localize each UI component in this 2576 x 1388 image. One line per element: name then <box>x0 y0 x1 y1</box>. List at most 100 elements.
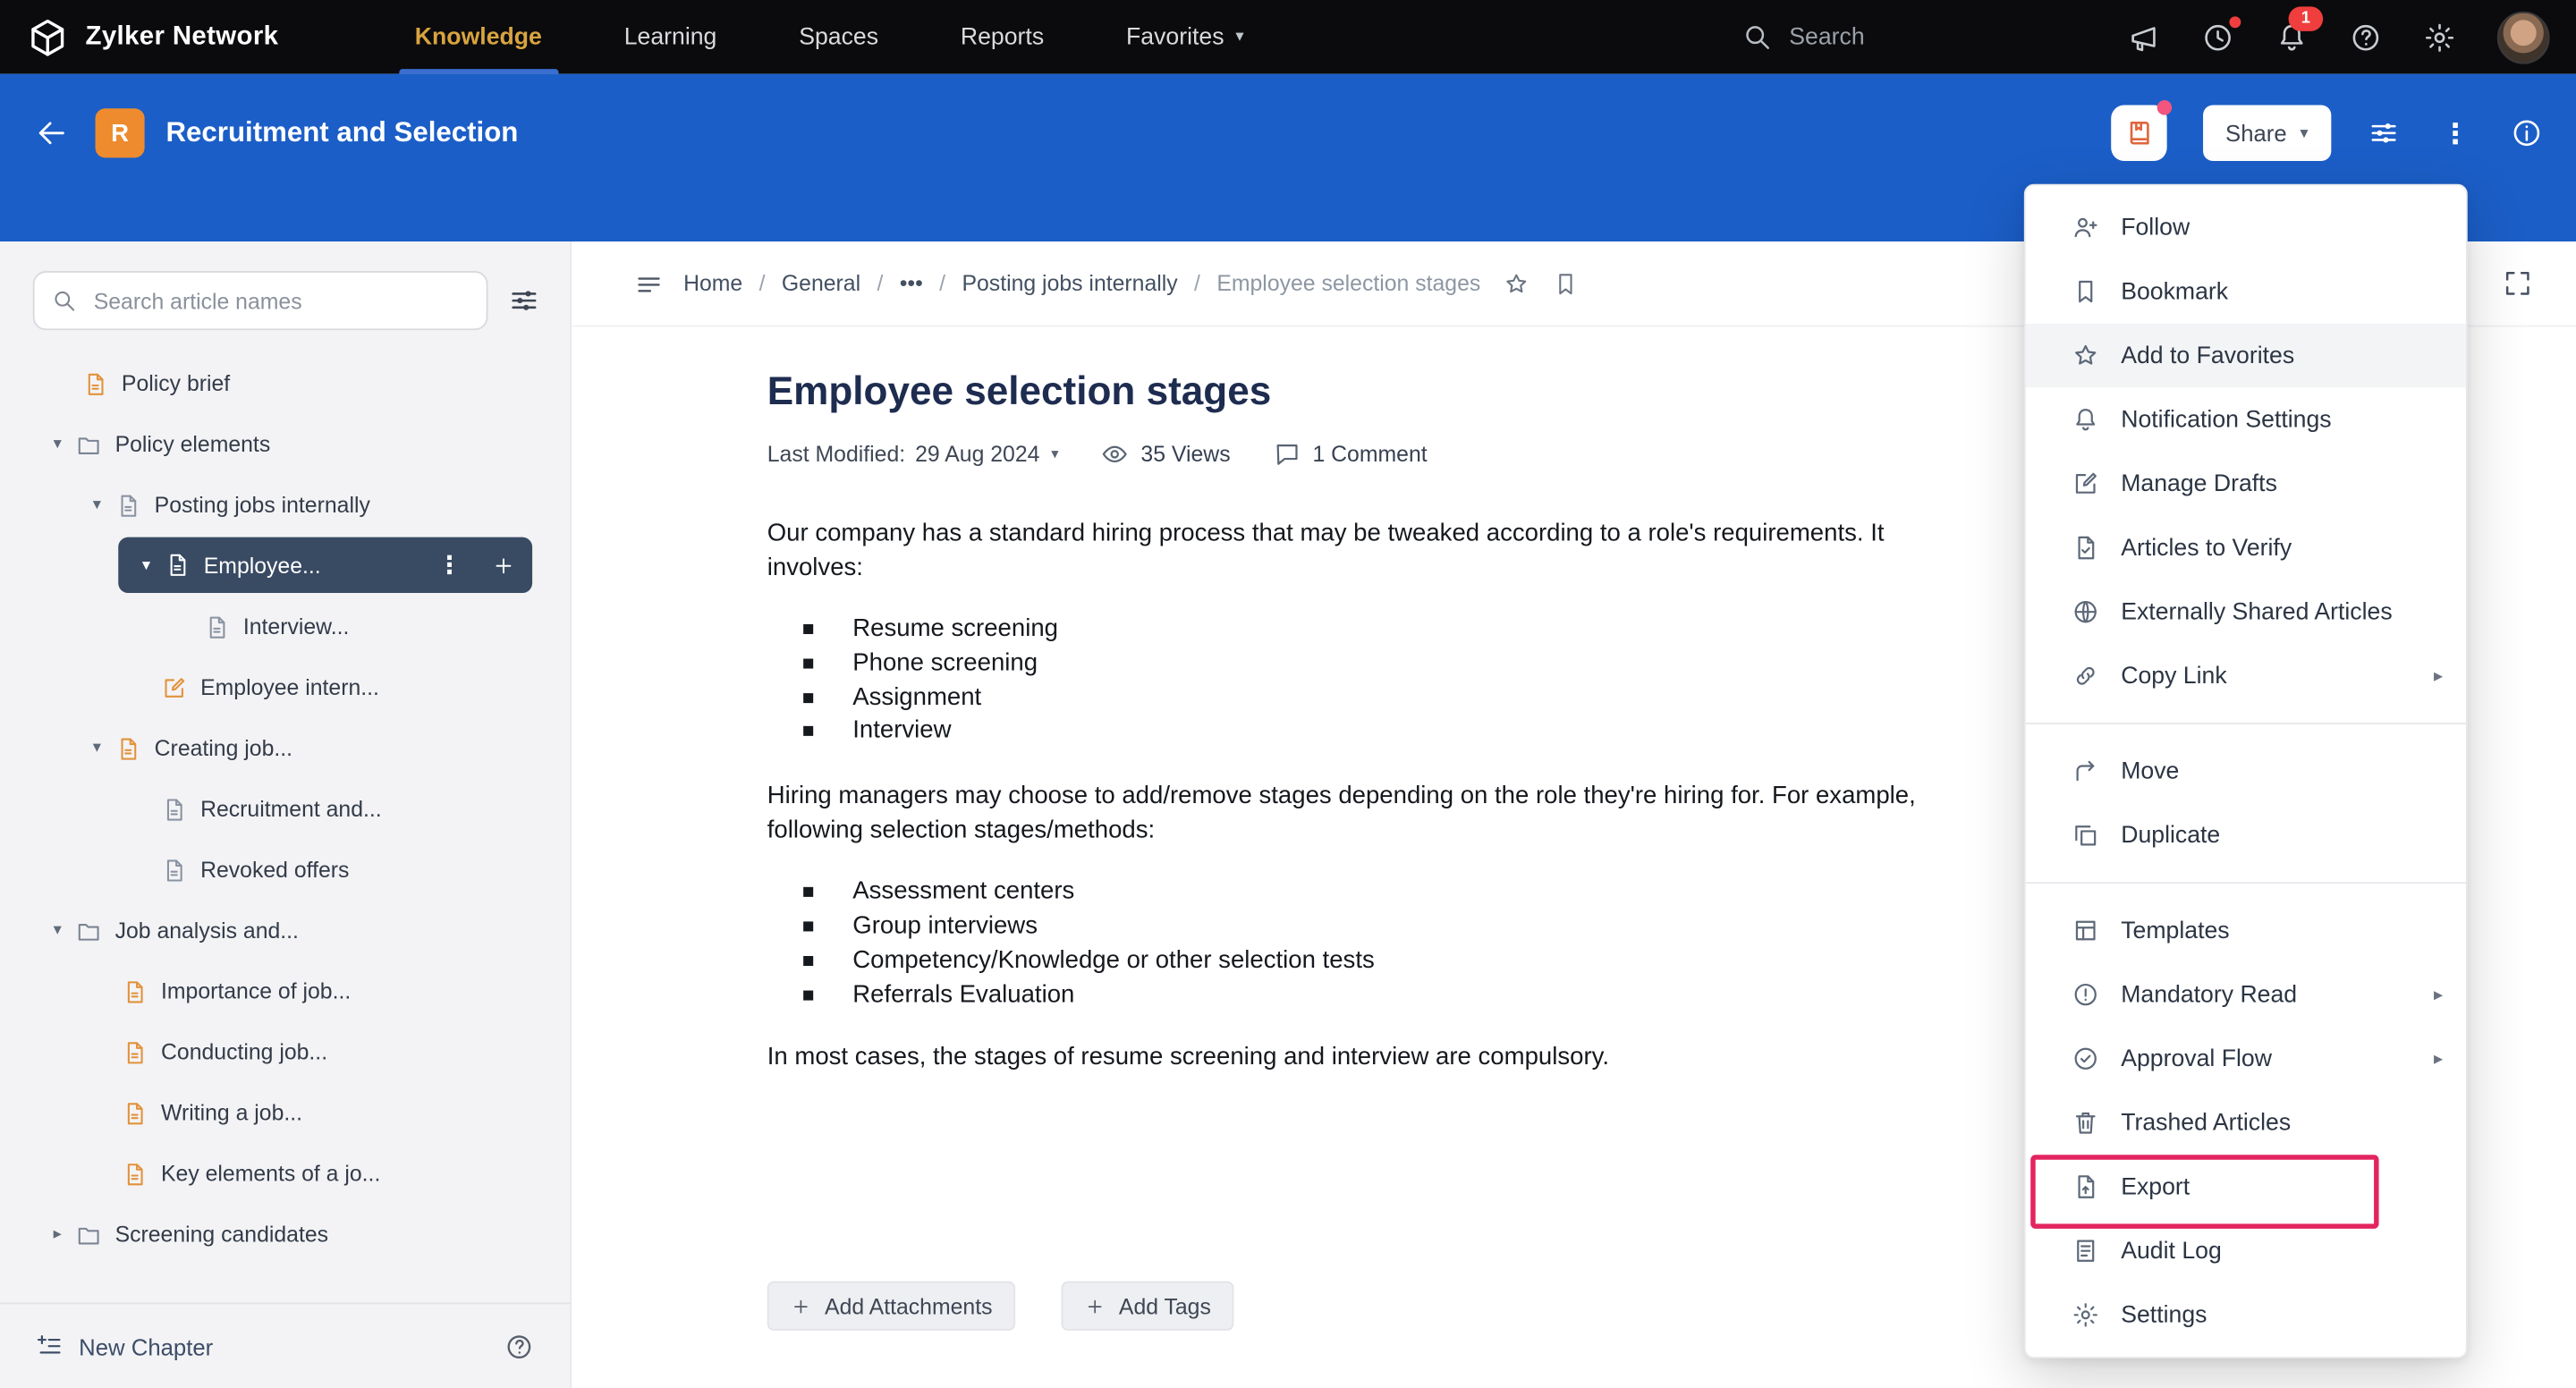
toc-toggle-button[interactable] <box>634 268 664 298</box>
tree-item[interactable]: Recruitment and... <box>0 779 570 840</box>
caret-down-icon: ▾ <box>2300 123 2309 142</box>
caret-down-icon[interactable]: ▾ <box>86 496 109 514</box>
chevron-right-icon: ▸ <box>2434 1049 2444 1070</box>
announcements-button[interactable] <box>2128 21 2161 54</box>
caret-down-icon[interactable]: ▾ <box>135 556 158 574</box>
sidebar-help-button[interactable] <box>504 1332 534 1361</box>
help-button[interactable] <box>2350 21 2383 54</box>
menu-item-move[interactable]: Move <box>2026 740 2466 804</box>
menu-item-externally-shared-articles[interactable]: Externally Shared Articles <box>2026 580 2466 644</box>
question-icon <box>2350 21 2383 54</box>
doc-icon <box>161 796 187 822</box>
caret-down-icon[interactable]: ▾ <box>86 740 109 757</box>
activity-button[interactable] <box>2201 15 2241 54</box>
add-tags-button[interactable]: Add Tags <box>1061 1281 1234 1331</box>
article-search-box <box>32 271 488 331</box>
search-icon <box>51 287 77 313</box>
tab-spaces[interactable]: Spaces <box>758 0 919 74</box>
tree-filter-button[interactable] <box>508 284 541 317</box>
doc-icon <box>122 1039 148 1065</box>
favorite-article-button[interactable] <box>1504 270 1530 296</box>
menu-item-articles-to-verify[interactable]: Articles to Verify <box>2026 516 2466 580</box>
settings-button[interactable] <box>2423 21 2456 54</box>
tab-knowledge[interactable]: Knowledge <box>374 0 583 74</box>
menu-item-mandatory-read[interactable]: Mandatory Read ▸ <box>2026 962 2466 1027</box>
breadcrumb-home[interactable]: Home <box>683 271 742 296</box>
plus-icon <box>1084 1295 1106 1316</box>
back-button[interactable] <box>33 115 69 151</box>
menu-item-duplicate[interactable]: Duplicate <box>2026 803 2466 868</box>
menu-item-notification-settings[interactable]: Notification Settings <box>2026 387 2466 452</box>
tab-favorites[interactable]: Favorites ▾ <box>1085 0 1284 74</box>
menu-item-approval-flow[interactable]: Approval Flow ▸ <box>2026 1027 2466 1091</box>
breadcrumb-general[interactable]: General <box>782 271 860 296</box>
customize-button[interactable] <box>2368 116 2401 149</box>
breadcrumb-collapsed[interactable]: ••• <box>900 271 923 296</box>
more-options-button[interactable]: ⋮ <box>2436 119 2474 147</box>
caret-down-icon[interactable]: ▾ <box>1051 445 1058 463</box>
doc-icon <box>82 370 108 396</box>
tree-item[interactable]: ▾ Job analysis and... <box>0 901 570 961</box>
menu-item-export[interactable]: Export <box>2026 1155 2466 1219</box>
tree-item[interactable]: Conducting job... <box>0 1021 570 1082</box>
user-avatar[interactable] <box>2496 10 2550 63</box>
item-more-options-button[interactable]: ⋮ <box>432 553 467 578</box>
add-attachments-button[interactable]: Add Attachments <box>767 1281 1016 1331</box>
folder-icon <box>75 918 101 944</box>
clock-icon <box>2201 21 2234 54</box>
last-modified-value[interactable]: 29 Aug 2024 <box>915 442 1039 467</box>
info-icon <box>2511 116 2544 149</box>
tree-item[interactable]: ▾ Posting jobs internally <box>0 475 570 536</box>
tree-item[interactable]: ▸ Screening candidates <box>0 1204 570 1265</box>
brand[interactable]: Zylker Network <box>26 15 278 58</box>
tree-item[interactable]: Interview... <box>0 597 570 657</box>
tree-item[interactable]: Writing a job... <box>0 1082 570 1143</box>
link-icon <box>2072 662 2099 690</box>
space-initial-badge: R <box>95 108 145 158</box>
menu-item-trashed-articles[interactable]: Trashed Articles <box>2026 1091 2466 1155</box>
tree-item[interactable]: Policy brief <box>0 353 570 414</box>
info-button[interactable] <box>2511 116 2544 149</box>
add-article-button[interactable] <box>491 553 516 578</box>
comment-icon <box>1273 440 1301 468</box>
menu-item-manage-drafts[interactable]: Manage Drafts <box>2026 452 2466 516</box>
fullscreen-icon <box>2502 267 2533 299</box>
top-nav-actions: 1 <box>2128 5 2550 63</box>
doc-icon <box>122 1161 148 1187</box>
comments-counter[interactable]: 1 Comment <box>1273 440 1428 468</box>
bookmark-article-button[interactable] <box>1553 270 1579 296</box>
share-button[interactable]: Share ▾ <box>2202 105 2332 161</box>
logbook-button[interactable] <box>2110 100 2172 161</box>
caret-right-icon[interactable]: ▸ <box>46 1225 69 1243</box>
tree-item[interactable]: Revoked offers <box>0 840 570 901</box>
caret-down-icon[interactable]: ▾ <box>46 921 69 939</box>
menu-item-copy-link[interactable]: Copy Link ▸ <box>2026 644 2466 708</box>
tree-item[interactable]: Employee intern... <box>0 657 570 718</box>
global-search[interactable]: Search <box>1741 21 1865 53</box>
new-chapter-button[interactable]: New Chapter <box>36 1333 213 1360</box>
tree-item[interactable]: Importance of job... <box>0 961 570 1021</box>
tree-item[interactable]: Key elements of a jo... <box>0 1143 570 1204</box>
menu-item-templates[interactable]: Templates <box>2026 899 2466 963</box>
tree-item[interactable]: ▾ Policy elements <box>0 414 570 475</box>
caret-down-icon: ▾ <box>1235 28 1244 47</box>
menu-item-follow[interactable]: Follow <box>2026 196 2466 260</box>
folder-icon <box>75 1222 101 1248</box>
tree-item[interactable]: ▾ Creating job... <box>0 718 570 779</box>
menu-item-add-to-favorites[interactable]: Add to Favorites <box>2025 323 2466 388</box>
logbook-icon <box>2122 116 2155 149</box>
tab-learning[interactable]: Learning <box>583 0 758 74</box>
tab-reports[interactable]: Reports <box>919 0 1085 74</box>
notifications-button[interactable]: 1 <box>2275 5 2324 54</box>
menu-item-audit-log[interactable]: Audit Log <box>2026 1219 2466 1283</box>
menu-item-settings[interactable]: Settings <box>2026 1282 2466 1347</box>
breadcrumb-posting-jobs[interactable]: Posting jobs internally <box>962 271 1177 296</box>
filter-sliders-icon <box>508 284 541 317</box>
caret-down-icon[interactable]: ▾ <box>46 436 69 453</box>
tree-item-selected[interactable]: ▾ Employee... ⋮ <box>118 537 533 594</box>
doc-icon <box>165 552 191 578</box>
global-search-placeholder: Search <box>1789 23 1865 51</box>
fullscreen-button[interactable] <box>2502 267 2533 299</box>
menu-item-bookmark[interactable]: Bookmark <box>2026 259 2466 324</box>
article-search-input[interactable] <box>90 286 470 315</box>
